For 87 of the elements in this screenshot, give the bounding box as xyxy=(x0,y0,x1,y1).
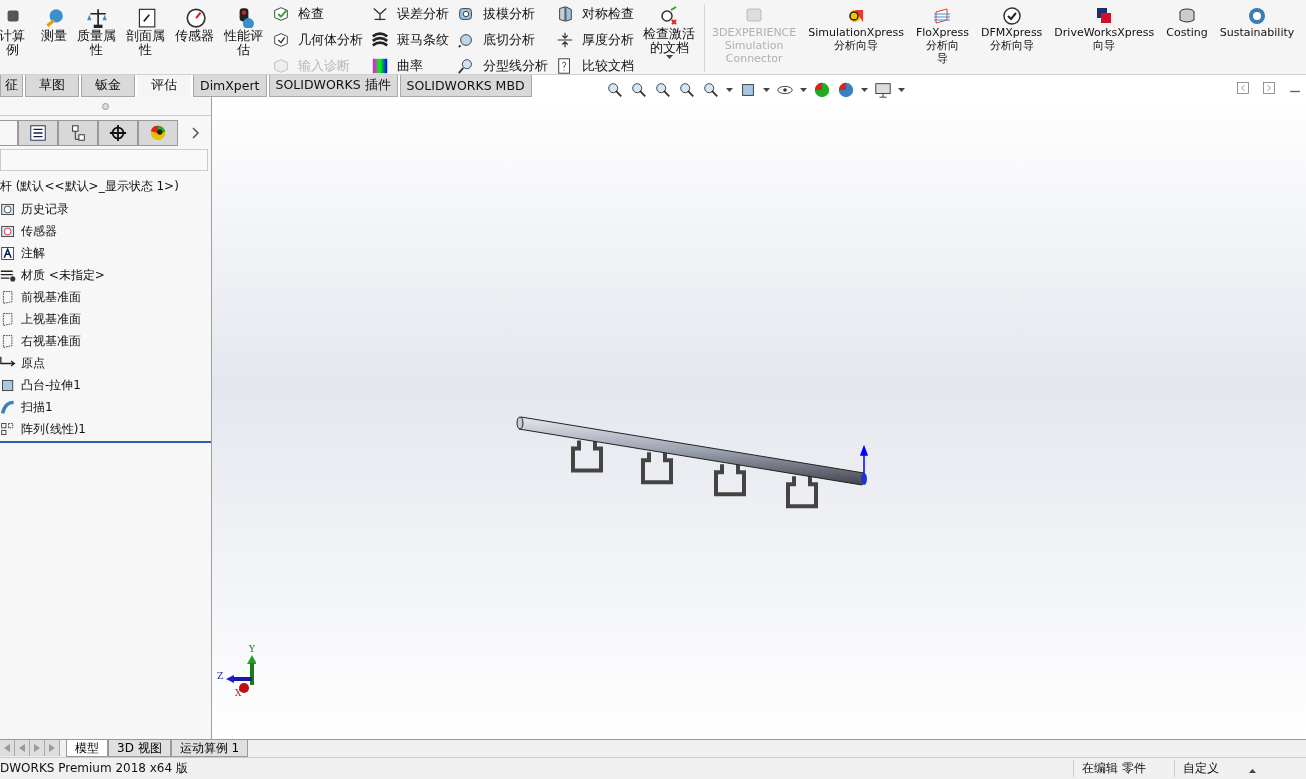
status-text: DWORKS Premium 2018 x64 版 xyxy=(0,760,188,777)
check-document-icon xyxy=(659,6,679,26)
tool-icon xyxy=(272,31,290,49)
axis-label: Y xyxy=(249,644,255,654)
ribbon-button[interactable]: 测量 xyxy=(38,4,70,44)
tool-icon xyxy=(457,5,475,23)
ribbon-tab[interactable]: 草图 xyxy=(25,75,79,97)
tree-item[interactable]: 材质 <未指定> xyxy=(21,266,105,284)
ribbon-button[interactable]: 传感器 xyxy=(172,4,217,44)
ribbon-button[interactable]: DFMXpress 分析向导 xyxy=(978,4,1046,54)
tree-item[interactable]: 传感器 xyxy=(21,222,57,240)
tree-item[interactable]: 注解 xyxy=(21,244,45,262)
ribbon-tab[interactable]: SOLIDWORKS MBD xyxy=(399,75,532,97)
color-ball-icon[interactable] xyxy=(837,81,855,99)
model-tab[interactable]: 模型 xyxy=(66,740,108,757)
ribbon-button[interactable]: 误差分析 xyxy=(369,4,451,24)
ribbon-button[interactable]: 底切分析 xyxy=(455,30,550,50)
ribbon-button[interactable]: Costing xyxy=(1163,4,1211,41)
tool-icon xyxy=(457,57,475,75)
tool-icon xyxy=(457,31,475,49)
ribbon-tab[interactable]: SOLIDWORKS 插件 xyxy=(268,75,398,97)
ribbon-button[interactable]: 几何体分析 xyxy=(270,30,365,50)
ribbon-tab[interactable]: 征 xyxy=(0,75,23,97)
axis-label: Z xyxy=(217,671,224,681)
tool-icon xyxy=(371,57,389,75)
zoom-area-icon[interactable] xyxy=(630,81,648,99)
ribbon-button[interactable]: 厚度分析 xyxy=(554,30,636,50)
panel-left-icon[interactable] xyxy=(1236,81,1250,95)
panel-tab[interactable] xyxy=(98,120,138,146)
ribbon-tab[interactable]: DimXpert xyxy=(193,75,267,97)
tool-icon xyxy=(556,5,574,23)
panel-right-icon[interactable] xyxy=(1262,81,1276,95)
ribbon-button[interactable]: 曲率 xyxy=(369,56,451,76)
caret-icon xyxy=(665,55,673,59)
ribbon-button[interactable]: 斑马条纹 xyxy=(369,30,451,50)
tree-item[interactable]: 上视基准面 xyxy=(21,310,81,328)
tool-icon xyxy=(272,5,290,23)
ribbon-tab[interactable]: 评估 xyxy=(137,75,191,97)
caret-icon xyxy=(898,88,905,92)
tree-root[interactable]: 杆 (默认<<默认>_显示状态 1>) xyxy=(0,178,211,198)
ribbon-button[interactable]: 性能评 估 xyxy=(221,4,266,58)
units-selector[interactable]: 自定义 xyxy=(1174,760,1249,777)
monitor-icon[interactable] xyxy=(874,81,892,99)
caret-icon xyxy=(861,88,868,92)
panel-tab[interactable] xyxy=(18,120,58,146)
tree-item[interactable]: 扫描1 xyxy=(21,398,53,416)
ribbon-button[interactable]: 对称检查 xyxy=(554,4,636,24)
tree-item[interactable]: 历史记录 xyxy=(21,200,69,218)
feature-icon xyxy=(0,398,17,416)
caret-icon xyxy=(1249,768,1256,773)
ribbon-button[interactable]: 拔模分析 xyxy=(455,4,550,24)
ribbon-button[interactable]: 分型线分析 xyxy=(455,56,550,76)
tool-icon xyxy=(371,5,389,23)
ribbon-button[interactable]: DriveWorksXpress 向导 xyxy=(1051,4,1158,54)
ribbon-button[interactable]: 检查 xyxy=(270,4,365,24)
panel-handle[interactable] xyxy=(102,102,109,110)
ribbon-button[interactable]: FloXpress 分析向 导 xyxy=(912,4,973,67)
caret-icon xyxy=(800,88,807,92)
tree-item[interactable]: 前视基准面 xyxy=(21,288,81,306)
status-mode: 在编辑 零件 xyxy=(1073,760,1154,777)
tool-icon xyxy=(556,31,574,49)
configuration-icon xyxy=(69,124,87,142)
ribbon-button[interactable]: 剖面属 性 xyxy=(123,4,168,58)
color-ball-icon xyxy=(149,124,167,142)
check-document-button[interactable]: 检查激活 的文档 xyxy=(640,4,698,61)
tree-item[interactable]: 阵列(线性)1 xyxy=(21,420,86,438)
ribbon-tab[interactable]: 钣金 xyxy=(81,75,135,97)
chevron-right-icon[interactable] xyxy=(192,127,200,139)
filter-field[interactable] xyxy=(0,149,208,171)
property-list-icon xyxy=(29,124,47,142)
color-ball-icon[interactable] xyxy=(813,81,831,99)
crosshair-icon xyxy=(109,124,127,142)
ribbon-button[interactable]: 质量属 性 xyxy=(74,4,119,58)
ribbon-button[interactable]: SimulationXpress 分析向导 xyxy=(805,4,907,54)
tool-icon xyxy=(371,31,389,49)
caret-icon xyxy=(726,88,733,92)
ribbon-button[interactable]: Sustainability xyxy=(1216,4,1298,41)
zoom-fit-icon[interactable] xyxy=(606,81,624,99)
tree-item[interactable]: 凸台-拉伸1 xyxy=(21,376,81,394)
scale-icon xyxy=(85,6,108,28)
model-tab[interactable]: 运动算例 1 xyxy=(170,740,249,757)
tree-item[interactable]: 原点 xyxy=(21,354,45,372)
model-tab[interactable]: 3D 视图 xyxy=(108,740,171,757)
tree-item[interactable]: 右视基准面 xyxy=(21,332,81,350)
caret-icon xyxy=(763,88,770,92)
check-circle-icon xyxy=(1001,6,1022,26)
ribbon-button[interactable]: 比较文档 xyxy=(554,56,636,76)
